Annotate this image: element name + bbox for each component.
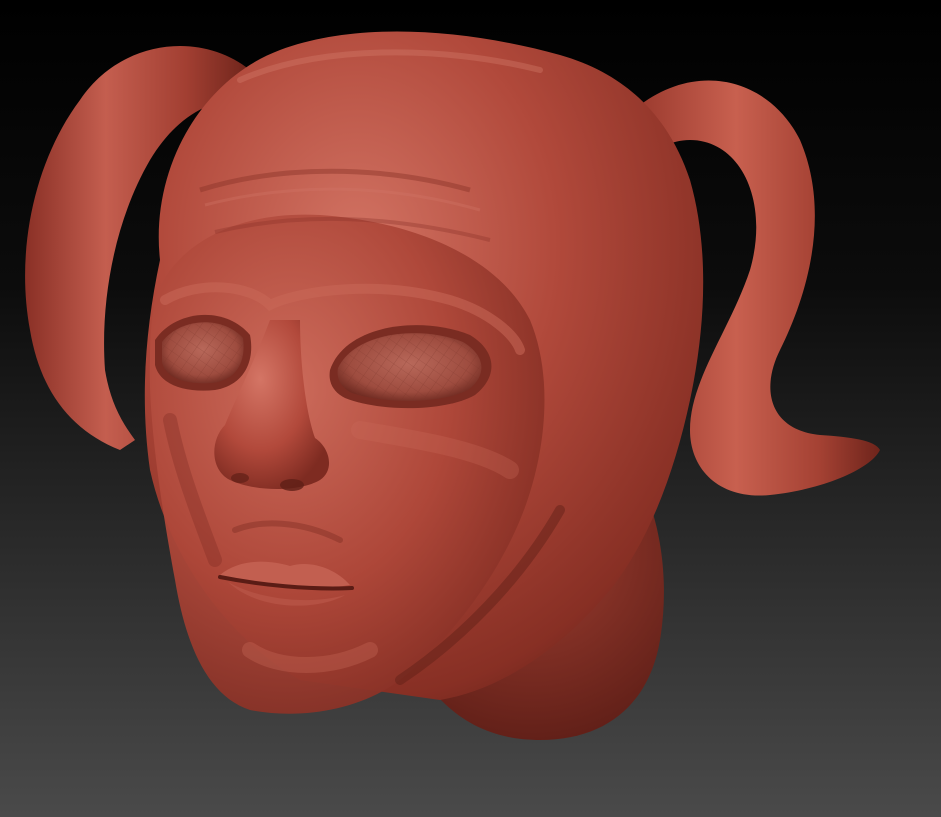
nostril-left: [231, 473, 249, 483]
viewport-canvas[interactable]: [0, 0, 941, 817]
left-eye-socket: [155, 314, 252, 391]
sculpt-viewport[interactable]: [0, 0, 941, 817]
nostril-right: [280, 479, 304, 491]
